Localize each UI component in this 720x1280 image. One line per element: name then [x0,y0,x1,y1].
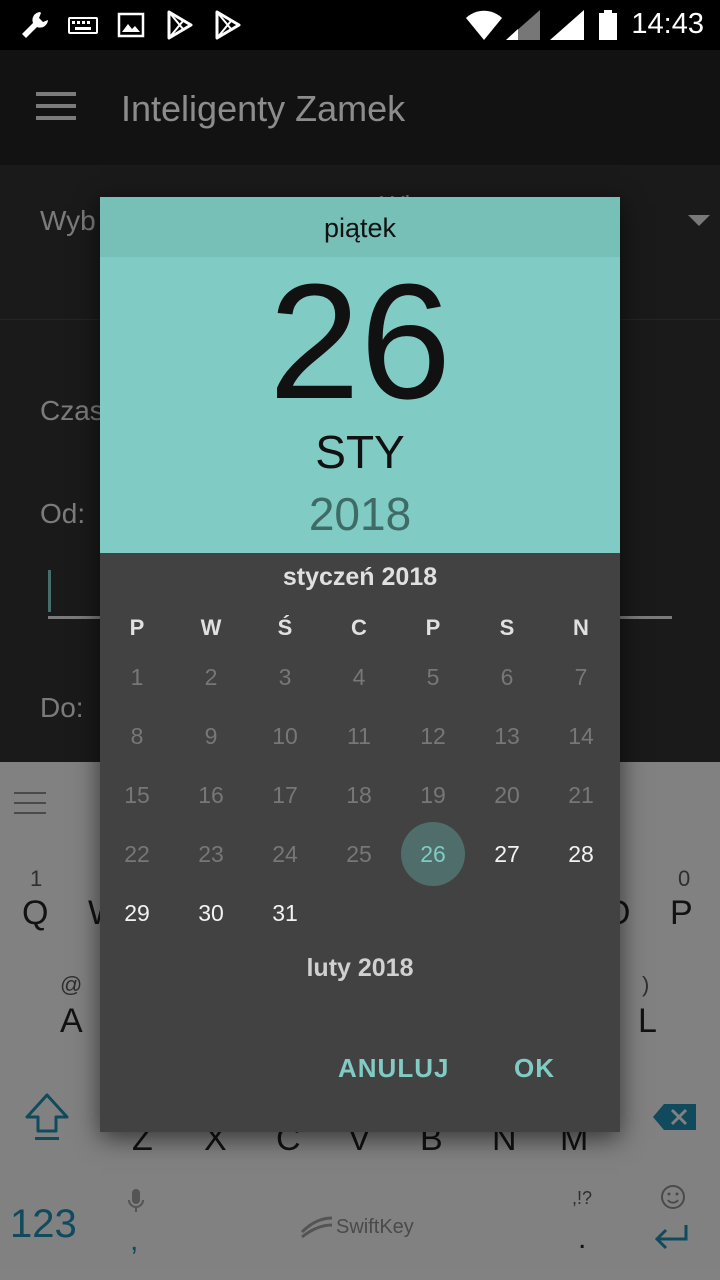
next-month-title: luty 2018 [306,954,414,982]
calendar-day: 15 [124,782,150,808]
calendar-day[interactable]: 31 [253,881,317,945]
weekday-label: S [499,615,515,640]
date-header: 26 STY 2018 [100,257,620,553]
image-icon [117,12,145,38]
play-store-icon [215,10,241,40]
calendar-day: 14 [568,723,594,749]
calendar-day: 21 [568,782,594,808]
calendar-day: 6 [500,664,514,690]
calendar-day[interactable]: 29 [105,881,169,945]
calendar-day: 7 [574,664,588,690]
calendar-day: 4 [352,664,366,690]
calendar-day-selected[interactable]: 26 [401,822,465,886]
battery-icon [599,10,617,40]
selected-day-number[interactable]: 26 [100,257,620,427]
calendar-day: 17 [272,782,298,808]
calendar-day: 25 [346,841,372,867]
calendar-day: 13 [494,723,520,749]
ok-button[interactable]: OK [514,1053,555,1084]
weekday-label: P [129,615,145,640]
calendar-day[interactable]: 30 [179,881,243,945]
calendar-day: 18 [346,782,372,808]
calendar-day: 19 [420,782,446,808]
weekday-header: piątek [100,197,620,257]
calendar-month-title: styczeń 2018 [282,563,438,591]
calendar-day: 1 [130,664,144,690]
status-bar: 14:43 [0,0,720,50]
calendar-day: 10 [272,723,298,749]
calendar-day: 12 [420,723,446,749]
date-picker-dialog: piątek 26 STY 2018 styczeń 2018 PWŚCPSN1… [100,197,620,1132]
calendar-day: 20 [494,782,520,808]
calendar-day: 11 [347,723,371,749]
weekday-label: N [573,615,589,640]
weekday-label: P [425,615,441,640]
weekday-label: C [351,615,367,640]
wrench-icon [22,12,48,38]
calendar-day: 23 [198,841,224,867]
clock: 14:43 [631,8,704,40]
calendar-day: 8 [130,723,144,749]
calendar-day: 22 [124,841,150,867]
calendar-day: 3 [278,664,292,690]
selected-month[interactable]: STY [100,425,620,479]
wifi-icon [466,10,502,40]
calendar-day: 16 [198,782,224,808]
play-store-icon [167,10,193,40]
weekday-label: Ś [277,615,293,640]
signal-icon [506,10,540,40]
weekday-label: W [200,615,222,640]
cancel-button[interactable]: ANULUJ [338,1053,449,1084]
calendar-day[interactable]: 28 [549,822,613,886]
calendar-day: 5 [426,664,440,690]
selected-year[interactable]: 2018 [100,487,620,541]
calendar-day[interactable]: 27 [475,822,539,886]
keyboard-icon [68,17,98,34]
calendar-day: 24 [272,841,298,867]
calendar-day: 2 [204,664,218,690]
signal-icon [550,10,584,40]
calendar-day: 9 [204,723,218,749]
